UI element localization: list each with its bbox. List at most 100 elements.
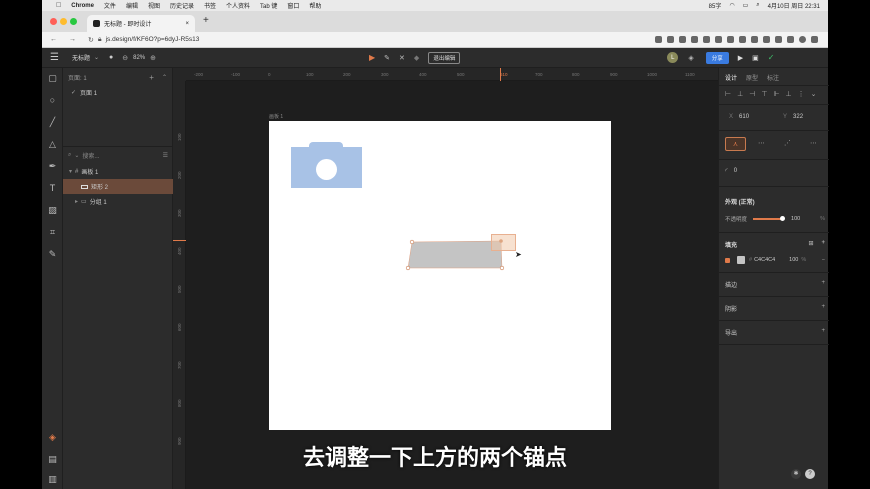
line-tool-icon[interactable]: ╱ bbox=[47, 117, 58, 128]
align-vcenter-icon[interactable]: ⊩ bbox=[773, 90, 779, 98]
reload-icon[interactable]: ↻ bbox=[88, 36, 94, 44]
clock[interactable]: 4月10日 周日 22:31 bbox=[768, 1, 820, 10]
boolean-icon[interactable]: ◆ bbox=[414, 54, 419, 62]
wifi-icon[interactable]: ◠ bbox=[729, 2, 734, 9]
image-tool-icon[interactable]: ▨ bbox=[47, 205, 58, 216]
align-left-icon[interactable]: ⊢ bbox=[725, 90, 731, 98]
chevron-down-icon[interactable]: ⌄ bbox=[94, 54, 99, 61]
fill-toggle-checkbox[interactable] bbox=[725, 257, 730, 263]
align-bottom-icon[interactable]: ⊥ bbox=[786, 90, 792, 98]
distribute-icon[interactable]: ⋮ bbox=[798, 90, 805, 98]
exit-edit-button[interactable]: 退出编辑 bbox=[428, 51, 461, 64]
layer-row[interactable]: ▾ # 画板 1 bbox=[63, 164, 173, 179]
menu-item[interactable]: 帮助 bbox=[309, 1, 321, 10]
profile-icon[interactable] bbox=[799, 36, 806, 43]
text-tool-icon[interactable]: T bbox=[47, 183, 58, 194]
design-canvas[interactable]: -200 -100 0 100 200 300 400 500 610 700 800 900 1000… bbox=[173, 68, 718, 489]
fill-hex[interactable]: C4C4C4 bbox=[754, 257, 775, 263]
pen-tool-icon[interactable]: ✒ bbox=[47, 161, 58, 172]
layers-stack-icon[interactable]: ◈ bbox=[688, 54, 693, 62]
browser-tab[interactable]: 无标题 - 即时设计 × bbox=[87, 15, 195, 32]
add-shadow-icon[interactable]: + bbox=[821, 304, 825, 313]
align-top-icon[interactable]: ⊤ bbox=[761, 90, 767, 98]
slider-handle[interactable] bbox=[780, 216, 786, 221]
camera-body[interactable] bbox=[291, 147, 362, 188]
tab-prototype[interactable]: 原型 bbox=[746, 73, 758, 82]
remove-fill-icon[interactable]: − bbox=[822, 257, 825, 263]
opacity-slider[interactable] bbox=[753, 216, 786, 221]
tools-icon[interactable]: ✕ bbox=[399, 54, 405, 62]
menu-item[interactable]: 个人资料 bbox=[226, 1, 250, 10]
shadow-title[interactable]: 阴影 bbox=[725, 304, 737, 313]
export-title[interactable]: 导出 bbox=[725, 328, 737, 337]
align-right-icon[interactable]: ⊣ bbox=[749, 90, 755, 98]
more-icon[interactable] bbox=[811, 36, 818, 43]
url-field[interactable]: js.design/f/KF6O?p=6dyJ-R5s13 bbox=[106, 36, 200, 43]
anchor-point[interactable] bbox=[405, 265, 411, 271]
anchor-point[interactable] bbox=[499, 265, 505, 271]
extension-icon[interactable] bbox=[751, 36, 758, 43]
menu-item[interactable]: 文件 bbox=[104, 1, 116, 10]
share-button[interactable]: 分享 bbox=[705, 51, 729, 64]
frame-tool-icon[interactable]: ▢ bbox=[47, 73, 58, 84]
extension-icon[interactable] bbox=[667, 36, 674, 43]
extension-icon[interactable] bbox=[655, 36, 662, 43]
pen-icon[interactable]: ✎ bbox=[384, 54, 390, 62]
zoom-level[interactable]: 82% bbox=[133, 55, 145, 61]
polygon-tool-icon[interactable]: △ bbox=[47, 139, 58, 150]
zoom-out-icon[interactable]: ⊖ bbox=[122, 54, 128, 62]
status-count[interactable]: 85字 bbox=[709, 1, 722, 10]
menu-item[interactable]: 视图 bbox=[148, 1, 160, 10]
ellipse-tool-icon[interactable]: ○ bbox=[47, 95, 58, 106]
menu-app-name[interactable]: Chrome bbox=[71, 3, 94, 9]
anchor-point[interactable] bbox=[409, 239, 415, 245]
fill-opacity[interactable]: 100 bbox=[789, 257, 798, 263]
menu-item[interactable]: 编辑 bbox=[126, 1, 138, 10]
slice-tool-icon[interactable]: ⌗ bbox=[47, 227, 58, 238]
extension-icon[interactable] bbox=[727, 36, 734, 43]
layer-row[interactable]: ▸ ▭ 分组 1 bbox=[63, 194, 173, 209]
minimize-window-icon[interactable] bbox=[60, 18, 67, 25]
align-hcenter-icon[interactable]: ⊥ bbox=[737, 90, 743, 98]
edit-mode-button[interactable]: ⋰ bbox=[777, 137, 798, 151]
artboard-label[interactable]: 画板 1 bbox=[269, 113, 283, 120]
add-page-icon[interactable]: + bbox=[149, 73, 154, 82]
more-align-icon[interactable]: ⌄ bbox=[811, 90, 817, 98]
edit-mode-button-active[interactable]: ⋏ bbox=[725, 137, 746, 151]
menu-item[interactable]: Tab 键 bbox=[260, 1, 277, 10]
close-window-icon[interactable] bbox=[50, 18, 57, 25]
corner-radius-field[interactable]: ◜ 0 bbox=[725, 167, 737, 175]
present-icon[interactable]: ▶ bbox=[738, 54, 743, 62]
menu-item[interactable]: 窗口 bbox=[287, 1, 299, 10]
battery-icon[interactable]: ▭ bbox=[743, 2, 749, 9]
components-panel-icon[interactable]: ▥ bbox=[47, 474, 58, 485]
tab-annotation[interactable]: 标注 bbox=[767, 73, 779, 82]
new-tab-icon[interactable]: + bbox=[203, 15, 209, 26]
lock-icon[interactable]: 🔒︎ bbox=[98, 36, 102, 44]
fill-color-swatch[interactable] bbox=[737, 256, 745, 264]
y-field[interactable]: Y 322 bbox=[779, 111, 819, 122]
x-field[interactable]: X 610 bbox=[725, 111, 765, 122]
page-item[interactable]: ✓ 页面 1 bbox=[63, 85, 173, 100]
caret-right-icon[interactable]: ▸ bbox=[75, 198, 78, 205]
filter-icon[interactable]: ☰ bbox=[163, 152, 168, 159]
zoom-window-icon[interactable] bbox=[70, 18, 77, 25]
back-icon[interactable]: ← bbox=[50, 36, 57, 43]
avatar[interactable]: L bbox=[667, 52, 679, 63]
extension-icon[interactable] bbox=[787, 36, 794, 43]
play-prototype-icon[interactable]: ▶ bbox=[369, 53, 375, 62]
add-stroke-icon[interactable]: + bbox=[821, 280, 825, 289]
edit-mode-button[interactable]: ⋯ bbox=[803, 137, 824, 151]
rectangle-shape[interactable] bbox=[407, 240, 503, 269]
apple-icon[interactable]:  bbox=[56, 2, 61, 9]
main-menu-icon[interactable]: ☰ bbox=[50, 52, 59, 63]
opacity-value[interactable]: 100 bbox=[791, 216, 800, 222]
layer-search-input[interactable]: 搜索... bbox=[82, 151, 99, 160]
search-icon[interactable]: ⌕ bbox=[756, 2, 759, 9]
comment-icon[interactable]: ● bbox=[109, 54, 113, 61]
extension-icon[interactable] bbox=[691, 36, 698, 43]
extension-icon[interactable] bbox=[679, 36, 686, 43]
tab-design[interactable]: 设计 bbox=[725, 73, 737, 82]
brush-tool-icon[interactable]: ✎ bbox=[47, 249, 58, 260]
stroke-title[interactable]: 描边 bbox=[725, 280, 737, 289]
